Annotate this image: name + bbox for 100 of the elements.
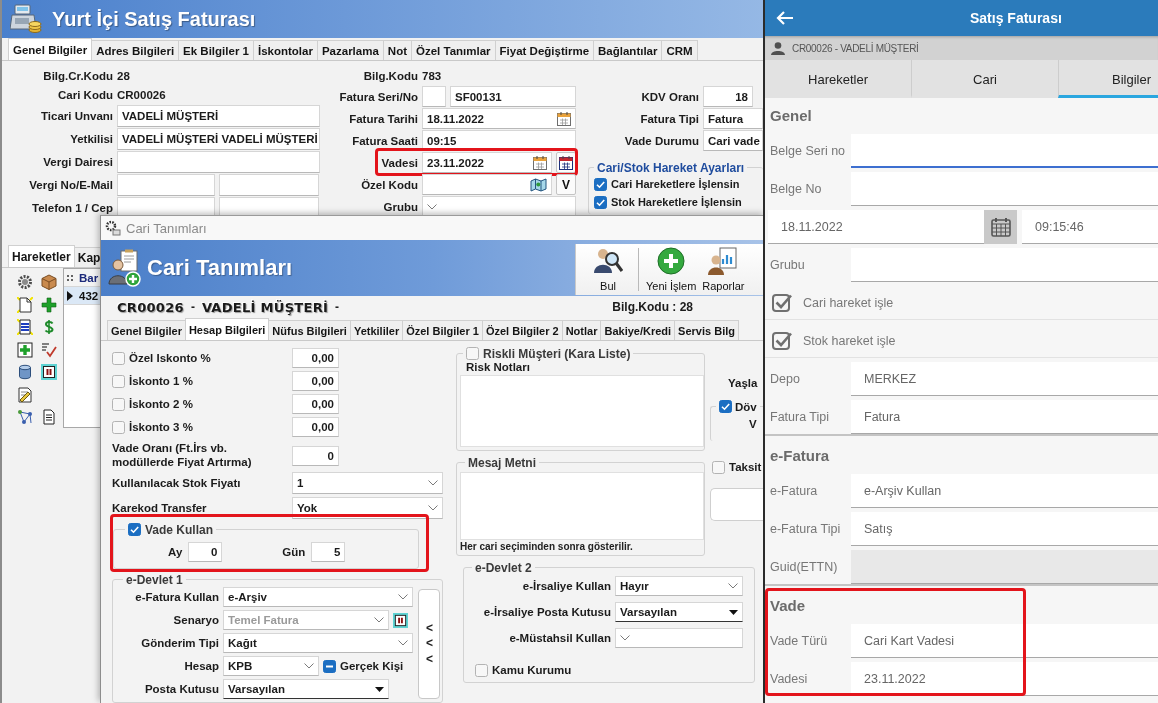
toolbar-button[interactable]: Raporlar [698, 244, 749, 295]
tab[interactable]: Hareketler [765, 60, 911, 98]
tab[interactable]: Özel Bilgiler 2 [481, 320, 563, 340]
input-field[interactable] [851, 134, 1158, 168]
check-lines-icon[interactable] [41, 341, 57, 358]
lookup-field[interactable] [422, 174, 552, 195]
pause-icon[interactable] [41, 364, 57, 380]
combo-box[interactable]: Hayır [615, 576, 743, 596]
tab[interactable]: Cari [911, 60, 1058, 98]
checkbox[interactable] [594, 177, 607, 191]
number-field[interactable]: 0 [188, 542, 223, 562]
input-field[interactable]: 23.11.2022 [851, 662, 1158, 696]
combo-box[interactable]: Varsayılan [223, 679, 389, 699]
toolbar-button[interactable]: Bul [583, 244, 633, 295]
input-field[interactable] [851, 248, 1158, 282]
checkbox[interactable] [712, 460, 725, 474]
tab[interactable]: Genel Bilgiler [107, 320, 186, 340]
combo-box[interactable]: Varsayılan [615, 602, 743, 622]
checkbox[interactable] [112, 374, 125, 388]
tab[interactable]: Genel Bilgiler [8, 38, 93, 60]
checkbox[interactable] [112, 397, 125, 411]
checkbox[interactable] [466, 347, 479, 360]
tab[interactable]: Adres Bilgileri [91, 40, 180, 60]
number-field[interactable]: 0,00 [292, 371, 339, 391]
text-field[interactable]: VADELİ MÜŞTERİ [117, 105, 320, 127]
time-field[interactable]: 09:15:46 [1022, 210, 1158, 244]
tab[interactable]: Servis Bilg [674, 320, 739, 340]
checkbox[interactable] [128, 523, 141, 536]
new-document-icon[interactable] [17, 296, 33, 313]
notes-field[interactable] [460, 375, 704, 447]
number-field[interactable]: 0,00 [292, 348, 339, 368]
date-field[interactable]: 18.11.2022 [768, 210, 984, 244]
row-pointer-icon [67, 290, 73, 301]
text-field[interactable] [422, 86, 446, 107]
gear-icon[interactable] [17, 274, 33, 290]
tab[interactable]: Yetkililer [349, 320, 404, 340]
number-field[interactable]: 18 [703, 86, 753, 107]
tab[interactable]: Fiyat Değiştirme [494, 40, 595, 60]
combo-box[interactable]: Yok [292, 497, 443, 519]
text-field[interactable] [219, 174, 319, 196]
date-field[interactable]: 18.11.2022 [422, 108, 576, 129]
checkbox[interactable] [323, 659, 336, 673]
network-icon[interactable] [17, 409, 33, 425]
text-field[interactable]: SF00131 [450, 86, 576, 107]
checkbox[interactable] [719, 400, 732, 413]
back-icon[interactable] [776, 10, 794, 26]
combo-box[interactable]: Kağıt [223, 633, 413, 653]
pause-icon[interactable] [393, 612, 408, 628]
input-field[interactable] [851, 172, 1158, 206]
text-field[interactable]: Cari vade [703, 130, 763, 151]
number-field[interactable]: 0 [292, 445, 339, 466]
lookup-button[interactable]: V [556, 174, 576, 195]
tab[interactable]: Nüfus Bilgileri [268, 320, 351, 340]
edit-document-icon[interactable] [17, 386, 33, 403]
table-row[interactable]: 432 [64, 287, 100, 305]
chevron-down-icon [428, 505, 438, 511]
collapse-button[interactable]: <<< [418, 589, 440, 699]
text-field[interactable] [117, 151, 320, 173]
number-field[interactable]: 0,00 [292, 394, 339, 414]
input-field[interactable]: Fatura [851, 400, 1158, 434]
toolbar-button[interactable]: Yeni İşlem [644, 244, 699, 295]
combo-box[interactable]: KPB [223, 656, 319, 676]
date-field[interactable]: 23.11.2022 [422, 152, 552, 173]
message-field[interactable] [460, 472, 704, 540]
checkbox[interactable] [475, 663, 488, 677]
input-field[interactable]: MERKEZ [851, 362, 1158, 396]
document-icon[interactable] [41, 409, 57, 425]
tab[interactable]: CRM [661, 40, 698, 60]
combo-box[interactable]: e-Arşiv [223, 587, 413, 607]
database-icon[interactable] [17, 364, 33, 380]
tab[interactable]: Bağlantılar [593, 40, 663, 60]
tab[interactable]: Hesap Bilgileri [184, 318, 270, 340]
text-field[interactable]: Fatura [703, 108, 763, 129]
text-field[interactable]: VADELİ MÜŞTERİ VADELİ MÜŞTERİ [117, 128, 320, 150]
input-field[interactable]: Cari Kart Vadesi [851, 624, 1158, 658]
checkbox[interactable] [112, 351, 125, 365]
document-lines-icon[interactable] [17, 319, 33, 335]
number-field[interactable]: 0,00 [292, 417, 339, 437]
tab[interactable]: Ek Bilgiler 1 [178, 40, 254, 60]
combo-box[interactable]: 1 [292, 472, 443, 494]
checkbox[interactable] [772, 292, 792, 313]
checkbox[interactable] [772, 330, 792, 351]
tab[interactable]: Kap [73, 247, 100, 267]
combo-box[interactable] [422, 196, 576, 217]
input-field[interactable]: Satış [851, 512, 1158, 546]
box-icon[interactable] [41, 274, 57, 290]
number-field[interactable]: 5 [311, 542, 346, 562]
tab[interactable]: Notlar [561, 320, 602, 340]
plus-icon[interactable] [41, 296, 57, 313]
user-add-icon [107, 249, 141, 287]
tab[interactable]: Özel Bilgiler 1 [402, 320, 483, 340]
text-field[interactable] [117, 174, 215, 196]
tab[interactable]: Hareketler [8, 245, 75, 267]
calendar-button[interactable] [556, 152, 576, 173]
checkbox[interactable] [594, 195, 607, 209]
tab[interactable]: Bakiye/Kredi [600, 320, 676, 340]
checkbox[interactable] [112, 420, 125, 434]
add-document-icon[interactable] [17, 341, 33, 358]
input-field[interactable]: e-Arşiv Kullan [851, 474, 1158, 508]
tab[interactable]: Bilgiler [1058, 60, 1158, 98]
